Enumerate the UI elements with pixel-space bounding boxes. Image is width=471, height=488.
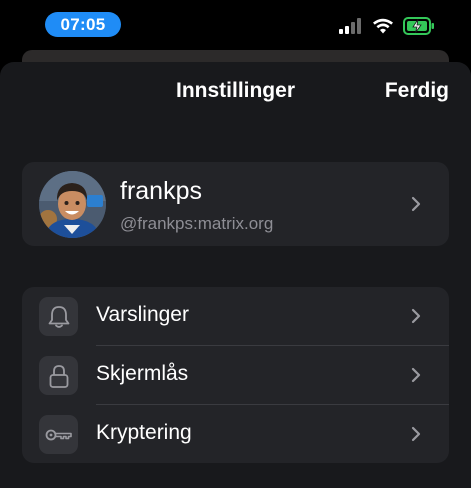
settings-screen: 07:05 Innstillinger Ferdig frankps @fran… [0,0,471,488]
settings-list: Varslinger Skjermlås Kryptering [22,287,449,463]
wifi-icon [372,18,394,34]
chevron-right-icon [411,308,421,324]
status-time[interactable]: 07:05 [45,12,121,37]
lock-icon [39,356,78,395]
settings-item-notifications[interactable]: Varslinger [22,287,449,345]
status-bar: 07:05 [0,0,471,52]
settings-item-encryption[interactable]: Kryptering [22,405,449,463]
cellular-signal-icon [339,18,363,34]
bell-icon [39,297,78,336]
settings-item-screen-lock[interactable]: Skjermlås [22,346,449,404]
settings-item-label: Kryptering [96,421,192,444]
settings-sheet: Innstillinger Ferdig frankps @frankps:ma… [0,62,471,488]
profile-name: frankps [120,177,202,205]
battery-charging-icon [403,17,435,35]
profile-user-id: @frankps:matrix.org [120,214,274,233]
key-icon [39,415,78,454]
avatar [39,171,106,238]
profile-card[interactable]: frankps @frankps:matrix.org [22,162,449,246]
done-button[interactable]: Ferdig [385,79,449,103]
chevron-right-icon [411,426,421,442]
status-icons [339,16,435,36]
chevron-right-icon [411,196,421,212]
settings-item-label: Varslinger [96,303,189,326]
settings-item-label: Skjermlås [96,362,189,385]
chevron-right-icon [411,367,421,383]
